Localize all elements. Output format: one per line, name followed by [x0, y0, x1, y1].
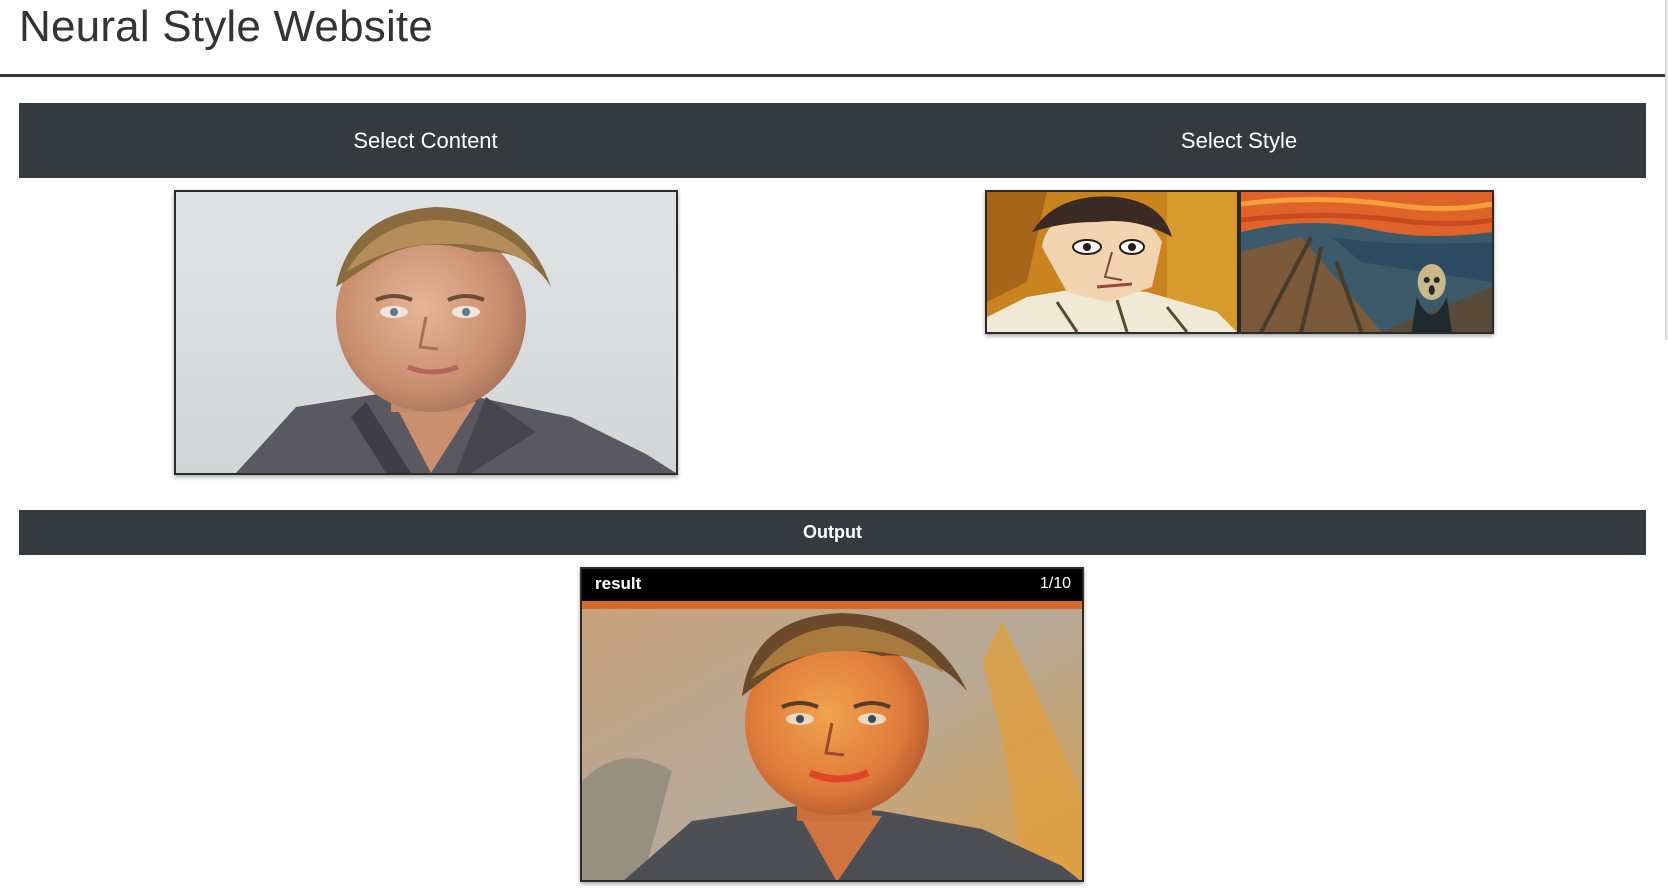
result-counter: 1/10 [1039, 575, 1071, 592]
page-title: Neural Style Website [19, 2, 434, 51]
title-divider [0, 74, 1666, 77]
selector-bar: Select Content Select Style [19, 103, 1646, 178]
result-image[interactable] [582, 601, 1082, 880]
content-image[interactable] [174, 190, 678, 475]
result-card[interactable]: result 1/10 [580, 567, 1084, 882]
style-image-cubist[interactable] [985, 190, 1239, 334]
result-card-header: result 1/10 [582, 569, 1082, 601]
stylized-portrait [582, 601, 1082, 880]
style-painting-2 [1241, 192, 1492, 332]
page: Neural Style Website Select Content Sele… [0, 0, 1668, 893]
style-painting-1 [987, 192, 1237, 332]
select-content-button[interactable]: Select Content [19, 103, 832, 178]
select-style-button[interactable]: Select Style [832, 103, 1646, 178]
output-header: Output [19, 510, 1646, 555]
result-label: result [595, 574, 642, 593]
content-portrait [176, 192, 676, 473]
style-image-scream[interactable] [1239, 190, 1494, 334]
